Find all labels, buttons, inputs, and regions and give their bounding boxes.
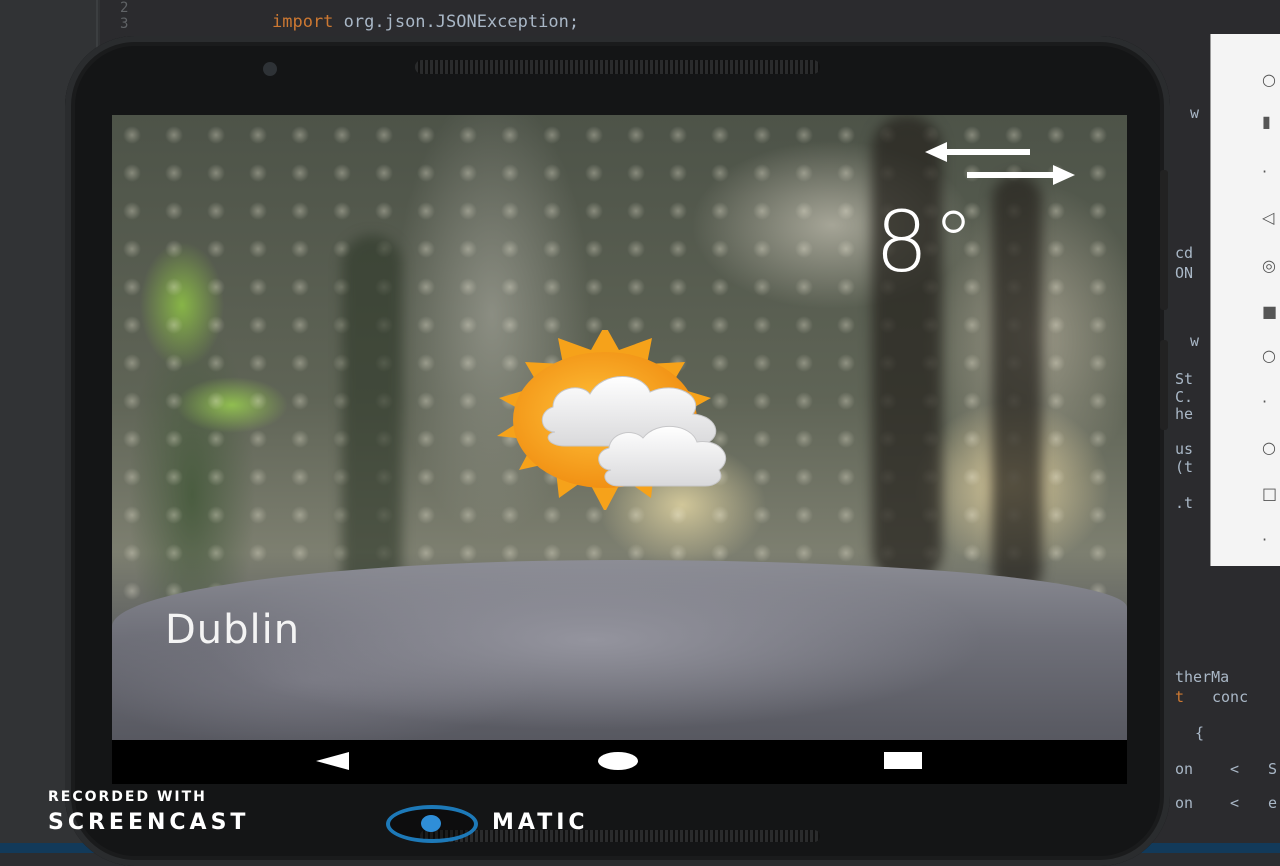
code-fragment: w <box>1190 332 1200 350</box>
code-fragment: St <box>1175 370 1194 388</box>
screencast-logo-dot <box>421 815 441 832</box>
code-fragment: (t <box>1175 458 1194 476</box>
import-statement: org.json.JSONException; <box>333 12 580 32</box>
code-fragment: t <box>1175 688 1185 706</box>
code-fragment: e <box>1268 794 1278 812</box>
temperature-label: 8° <box>875 193 979 291</box>
panel-icon[interactable]: ◁ <box>1262 208 1280 227</box>
code-fragment: w <box>1190 104 1200 122</box>
watermark-recorded-with: RECORDED WITH <box>48 789 207 805</box>
panel-icon[interactable]: □ <box>1262 484 1280 503</box>
city-name-label: Dublin <box>165 607 301 653</box>
front-camera <box>263 62 277 76</box>
code-fragment: { <box>1195 724 1205 742</box>
code-fragment: conc <box>1212 688 1249 706</box>
home-icon[interactable] <box>598 752 638 770</box>
code-fragment: < <box>1230 794 1240 812</box>
code-fragment: .t <box>1175 494 1194 512</box>
partly-cloudy-day-icon <box>497 330 727 510</box>
watermark-brand-right: MATIC <box>492 810 589 835</box>
line-number: 2 <box>120 0 129 16</box>
code-fragment: on <box>1175 760 1194 778</box>
import-keyword: import <box>272 12 334 32</box>
phone-speaker-grille <box>415 60 820 74</box>
code-line-import[interactable]: import org.json.JSONException; <box>272 12 579 32</box>
power-button[interactable] <box>1160 340 1168 430</box>
watermark-brand-left: SCREENCAST <box>48 810 250 835</box>
volume-button[interactable] <box>1160 170 1168 310</box>
recent-apps-icon[interactable] <box>884 752 922 769</box>
panel-icon[interactable]: ○ <box>1262 70 1280 89</box>
code-fragment: C. <box>1175 388 1194 406</box>
code-fragment: S <box>1268 760 1278 778</box>
panel-icon[interactable]: · <box>1262 392 1280 411</box>
code-fragment: on <box>1175 794 1194 812</box>
back-icon[interactable] <box>316 752 349 770</box>
code-fragment: therMa <box>1175 668 1230 686</box>
panel-icon[interactable]: ■ <box>1262 302 1280 321</box>
swap-arrows-icon[interactable] <box>925 140 1075 190</box>
panel-icon[interactable]: ○ <box>1262 438 1280 457</box>
phone-bottom-speaker <box>420 830 820 842</box>
code-fragment: he <box>1175 405 1194 423</box>
panel-icon[interactable]: ◎ <box>1262 256 1280 275</box>
code-fragment: ON <box>1175 264 1194 282</box>
panel-icon[interactable]: · <box>1262 162 1280 181</box>
code-fragment: cd <box>1175 244 1194 262</box>
panel-icon[interactable]: ▮ <box>1262 112 1280 131</box>
panel-icon[interactable]: ○ <box>1262 346 1280 365</box>
panel-icon[interactable]: · <box>1262 530 1280 549</box>
line-number: 3 <box>120 16 129 32</box>
tree-trunk <box>992 175 1042 595</box>
code-fragment: < <box>1230 760 1240 778</box>
code-fragment: us <box>1175 440 1194 458</box>
